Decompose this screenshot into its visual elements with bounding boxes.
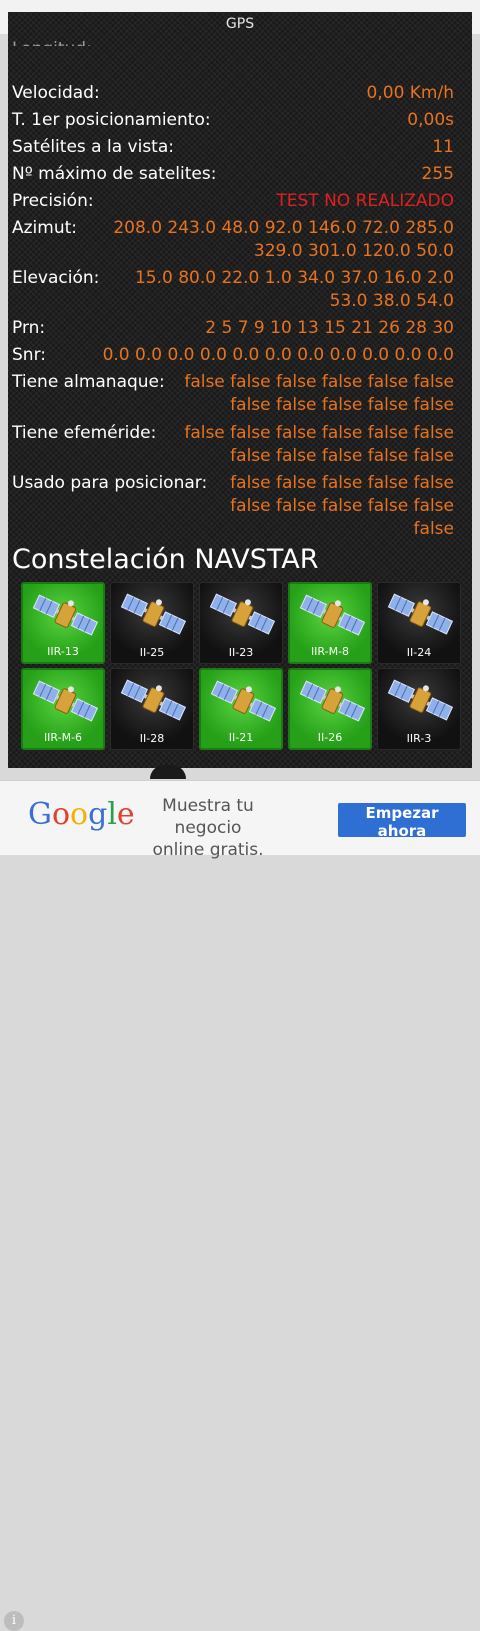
satellite-icon (32, 680, 99, 722)
row-prn: Prn: 2 5 7 9 10 13 15 21 26 28 30 (12, 317, 454, 340)
row-primer-posicionamiento: T. 1er posicionamiento: 0,00s (12, 109, 454, 132)
satellite-label: IIR-M-8 (310, 645, 350, 658)
satellite-icon (120, 679, 187, 721)
efemeride-label: Tiene efeméride: (12, 423, 157, 443)
constellation-title: Constelación NAVSTAR (12, 544, 319, 575)
elevacion-value: 15.0 80.0 22.0 1.0 34.0 37.0 16.0 2.0 53… (134, 268, 454, 311)
satellite-tile-iir-3[interactable]: IIR-3 (377, 668, 461, 750)
info-icon[interactable]: i (4, 1611, 24, 1631)
satellite-tile-ii-24[interactable]: II-24 (377, 582, 461, 664)
satellite-icon (387, 593, 454, 635)
satellite-label: II-28 (139, 732, 165, 745)
row-efemeride: Tiene efeméride: false false false false… (12, 422, 454, 468)
row-elevacion: Elevación: 15.0 80.0 22.0 1.0 34.0 37.0 … (12, 267, 454, 313)
row-precision: Precisión: TEST NO REALIZADO (12, 190, 454, 213)
row-snr: Snr: 0.0 0.0 0.0 0.0 0.0 0.0 0.0 0.0 0.0… (12, 344, 454, 367)
ad-banner[interactable]: Google Muestra tu negocio online gratis.… (0, 780, 480, 1631)
satellite-tile-ii-21[interactable]: II-21 (199, 668, 283, 750)
snr-label: Snr: (12, 345, 46, 365)
prn-label: Prn: (12, 318, 46, 338)
satellite-tile-ii-25[interactable]: II-25 (110, 582, 194, 664)
satelites-vista-label: Satélites a la vista: (12, 137, 174, 157)
satellite-icon (209, 593, 276, 635)
elevacion-label: Elevación: (12, 268, 100, 288)
satellite-grid: IIR-13 II-25 II-23 IIR-M-8 II-24 IIR-M-6 II-28… (21, 582, 461, 754)
row-maximo-satelites: Nº máximo de satelites: 255 (12, 163, 454, 186)
row-azimut: Azimut: 208.0 243.0 48.0 92.0 146.0 72.0… (12, 217, 454, 263)
azimut-label: Azimut: (12, 218, 78, 238)
ad-line-1: Muestra tu negocio (162, 796, 254, 838)
satellite-label: II-24 (406, 646, 432, 659)
velocidad-label: Velocidad: (12, 83, 100, 103)
satellite-icon (120, 593, 187, 635)
row-satelites-vista: Satélites a la vista: 11 (12, 136, 454, 159)
satellite-label: IIR-M-6 (43, 731, 83, 744)
almanaque-label: Tiene almanaque: (12, 372, 165, 392)
empezar-ahora-button[interactable]: Empezar ahora (338, 803, 466, 840)
usado-posicionar-value: false false false false false false fals… (230, 473, 454, 539)
satellite-label: II-21 (228, 731, 254, 744)
satellite-icon (299, 594, 366, 636)
app-title: GPS (225, 16, 255, 32)
google-logo[interactable]: Google (28, 797, 135, 832)
maximo-satelites-label: Nº máximo de satelites: (12, 164, 217, 184)
snr-value: 0.0 0.0 0.0 0.0 0.0 0.0 0.0 0.0 0.0 0.0 … (102, 345, 454, 365)
row-velocidad: Velocidad: 0,00 Km/h (12, 82, 454, 105)
satellite-label: IIR-3 (406, 732, 432, 745)
satellite-icon (299, 680, 366, 722)
row-usado-posicionar: Usado para posicionar: false false false… (12, 472, 454, 541)
satellite-tile-iir-13[interactable]: IIR-13 (21, 582, 105, 664)
efemeride-value: false false false false false false fals… (184, 423, 454, 466)
satellite-tile-ii-26[interactable]: II-26 (288, 668, 372, 750)
azimut-value: 208.0 243.0 48.0 92.0 146.0 72.0 285.0 3… (113, 218, 454, 261)
satellite-label: II-25 (139, 646, 165, 659)
satellite-tile-iir-m-6[interactable]: IIR-M-6 (21, 668, 105, 750)
satellite-icon (210, 680, 277, 722)
ad-message[interactable]: Muestra tu negocio online gratis. (136, 795, 280, 861)
drawer-handle[interactable] (150, 765, 186, 779)
usado-posicionar-label: Usado para posicionar: (12, 473, 208, 493)
ad-line-2: online gratis. (152, 840, 264, 860)
satellite-label: II-23 (228, 646, 254, 659)
precision-label: Precisión: (12, 191, 94, 211)
almanaque-value: false false false false false false fals… (184, 372, 454, 415)
primer-posicionamiento-label: T. 1er posicionamiento: (12, 110, 211, 130)
satellite-icon (387, 679, 454, 721)
satellite-icon (32, 594, 99, 636)
longitud-label-cut: Longitud: (12, 34, 92, 46)
satellite-tile-ii-28[interactable]: II-28 (110, 668, 194, 750)
satellite-tile-ii-23[interactable]: II-23 (199, 582, 283, 664)
satellite-label: II-26 (317, 731, 343, 744)
prn-value: 2 5 7 9 10 13 15 21 26 28 30 (205, 318, 454, 338)
satellite-label: IIR-13 (47, 645, 79, 658)
satellite-tile-iir-m-8[interactable]: IIR-M-8 (288, 582, 372, 664)
row-almanaque: Tiene almanaque: false false false false… (12, 371, 454, 417)
